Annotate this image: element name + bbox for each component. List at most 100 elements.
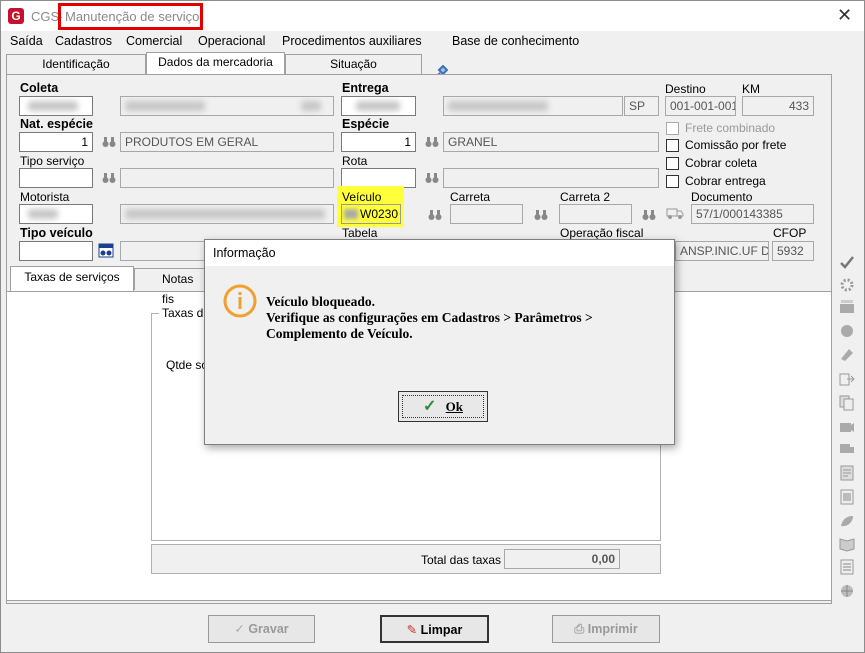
tipo-servico-input[interactable] xyxy=(19,168,93,188)
ok-label: Ok xyxy=(445,399,463,414)
rota-desc-field xyxy=(443,168,659,188)
title-highlight-box xyxy=(58,3,203,30)
limpar-button[interactable]: ✎ Limpar xyxy=(380,615,489,643)
entrega-name-field xyxy=(443,96,623,116)
nat-especie-desc-field: PRODUTOS EM GERAL xyxy=(120,132,334,152)
dialog-message-line2: Verifique as configurações em Cadastros … xyxy=(266,310,593,325)
limpar-label: Limpar xyxy=(420,623,463,637)
tab-identificacao[interactable]: Identificação xyxy=(6,54,146,74)
carreta2-label: Carreta 2 xyxy=(560,190,611,204)
entrega-code-input[interactable] xyxy=(341,96,416,116)
camera-icon[interactable] xyxy=(839,419,855,435)
tab-notas-fiscais[interactable]: Notas fis xyxy=(134,268,206,306)
cobrar-entrega-checkbox[interactable] xyxy=(666,175,679,188)
binoculars-icon[interactable] xyxy=(102,136,116,148)
menu-comercial[interactable]: Comercial xyxy=(126,34,182,48)
info-icon xyxy=(223,284,257,318)
menu-procedimentos-auxiliares[interactable]: Procedimentos auxiliares xyxy=(282,34,422,48)
tipo-veiculo-desc-field xyxy=(120,241,210,261)
menu-base-de-conhecimento[interactable]: Base de conhecimento xyxy=(452,34,579,48)
report-icon[interactable] xyxy=(839,489,855,505)
list-icon[interactable] xyxy=(839,559,855,575)
dialog-message: Veículo bloqueado. Verifique as configur… xyxy=(266,294,593,342)
tab-dados-da-mercadoria[interactable]: Dados da mercadoria xyxy=(146,52,285,74)
gear-icon[interactable] xyxy=(839,277,855,293)
comissao-label: Comissão por frete xyxy=(685,138,787,152)
dialog-message-line3: Complemento de Veículo. xyxy=(266,326,413,341)
document-stamp-icon[interactable] xyxy=(839,465,855,481)
qtde-label: Qtde so xyxy=(166,358,209,372)
veiculo-value: W0230 xyxy=(360,207,399,221)
cobrar-coleta-checkbox[interactable] xyxy=(666,157,679,170)
motorista-name-field xyxy=(120,204,334,224)
cobrar-coleta-label: Cobrar coleta xyxy=(685,156,758,170)
especie-desc-field: GRANEL xyxy=(443,132,659,152)
binoculars-icon[interactable] xyxy=(425,172,439,184)
veiculo-label: Veículo xyxy=(342,190,382,204)
check-icon: ✓ xyxy=(423,398,437,415)
tag-icon[interactable] xyxy=(839,347,855,363)
book-icon[interactable] xyxy=(839,536,855,552)
comissao-checkbox[interactable] xyxy=(666,139,679,152)
menu-operacional[interactable]: Operacional xyxy=(198,34,265,48)
gravar-button[interactable]: ✓ Gravar xyxy=(208,615,315,643)
globe-icon[interactable] xyxy=(839,583,855,599)
imprimir-button[interactable]: ⎙ Imprimir xyxy=(552,615,660,643)
documento-label: Documento xyxy=(691,190,753,204)
tipo-veiculo-input[interactable] xyxy=(19,241,93,261)
veiculo-blur xyxy=(344,209,358,219)
close-icon[interactable]: ✕ xyxy=(837,5,852,26)
binoculars-icon[interactable] xyxy=(428,209,442,221)
carreta2-field xyxy=(559,204,632,224)
dialog-title: Informação xyxy=(205,240,674,266)
tabela-label: Tabela xyxy=(342,226,378,240)
menu-bar: Saída Cadastros Comercial Operacional Pr… xyxy=(1,32,864,78)
destino-field: 001-001-001 xyxy=(665,96,736,116)
leaf-icon[interactable] xyxy=(839,513,855,529)
tab-situacao[interactable]: Situação xyxy=(285,54,422,74)
operacao-fiscal-field: ANSP.INIC.UF DIV xyxy=(675,241,769,261)
circle-icon[interactable] xyxy=(839,323,855,339)
copy-icon[interactable] xyxy=(839,395,855,411)
especie-label: Espécie xyxy=(342,117,390,131)
tipo-servico-desc-field xyxy=(120,168,334,188)
frete-combinado-label: Frete combinado xyxy=(685,121,776,135)
truck-icon[interactable] xyxy=(666,206,684,220)
tab-taxas-de-servicos[interactable]: Taxas de serviços xyxy=(10,266,134,291)
menu-saida[interactable]: Saída xyxy=(10,34,43,48)
cobrar-entrega-label: Cobrar entrega xyxy=(685,174,766,188)
app-logo: G xyxy=(8,8,24,24)
binoculars-icon[interactable] xyxy=(642,209,656,221)
cfop-field: 5932 xyxy=(772,241,814,261)
carreta-label: Carreta xyxy=(450,190,491,204)
binoculars-icon[interactable] xyxy=(425,136,439,148)
frete-combinado-checkbox[interactable] xyxy=(666,122,679,135)
export-icon[interactable] xyxy=(839,371,855,387)
coleta-code-input[interactable] xyxy=(19,96,93,116)
total-taxas-field: 0,00 xyxy=(504,549,620,569)
menu-cadastros[interactable]: Cadastros xyxy=(55,34,112,48)
ok-button-focus: ✓ Ok xyxy=(402,395,484,418)
main-window: G CGS - Manutenção de serviço ✕ Saída Ca… xyxy=(0,0,865,653)
motorista-code-input[interactable] xyxy=(19,204,93,224)
binoculars-icon[interactable] xyxy=(102,172,116,184)
entrega-label: Entrega xyxy=(342,81,389,95)
ok-button[interactable]: ✓ Ok xyxy=(398,391,488,422)
destino-label: Destino xyxy=(665,82,706,96)
rota-input[interactable] xyxy=(341,168,416,188)
especie-code-input[interactable]: 1 xyxy=(341,132,416,152)
ciot-icon[interactable] xyxy=(839,299,855,315)
veiculo-input[interactable]: W0230 xyxy=(341,204,401,224)
binoculars-icon[interactable] xyxy=(534,209,548,221)
truck-side-icon[interactable] xyxy=(839,441,855,457)
nat-especie-code-input[interactable]: 1 xyxy=(19,132,93,152)
check-icon[interactable] xyxy=(839,254,855,270)
calendar-lookup-icon[interactable] xyxy=(98,242,114,258)
imprimir-label: Imprimir xyxy=(587,622,638,636)
info-dialog: Informação Veículo bloqueado. Verifique … xyxy=(204,239,675,445)
taxas-group-label: Taxas d xyxy=(159,306,207,320)
gravar-label: Gravar xyxy=(248,622,289,636)
brush-icon: ✎ xyxy=(406,623,418,637)
cfop-label: CFOP xyxy=(773,226,807,240)
rota-label: Rota xyxy=(342,154,368,168)
